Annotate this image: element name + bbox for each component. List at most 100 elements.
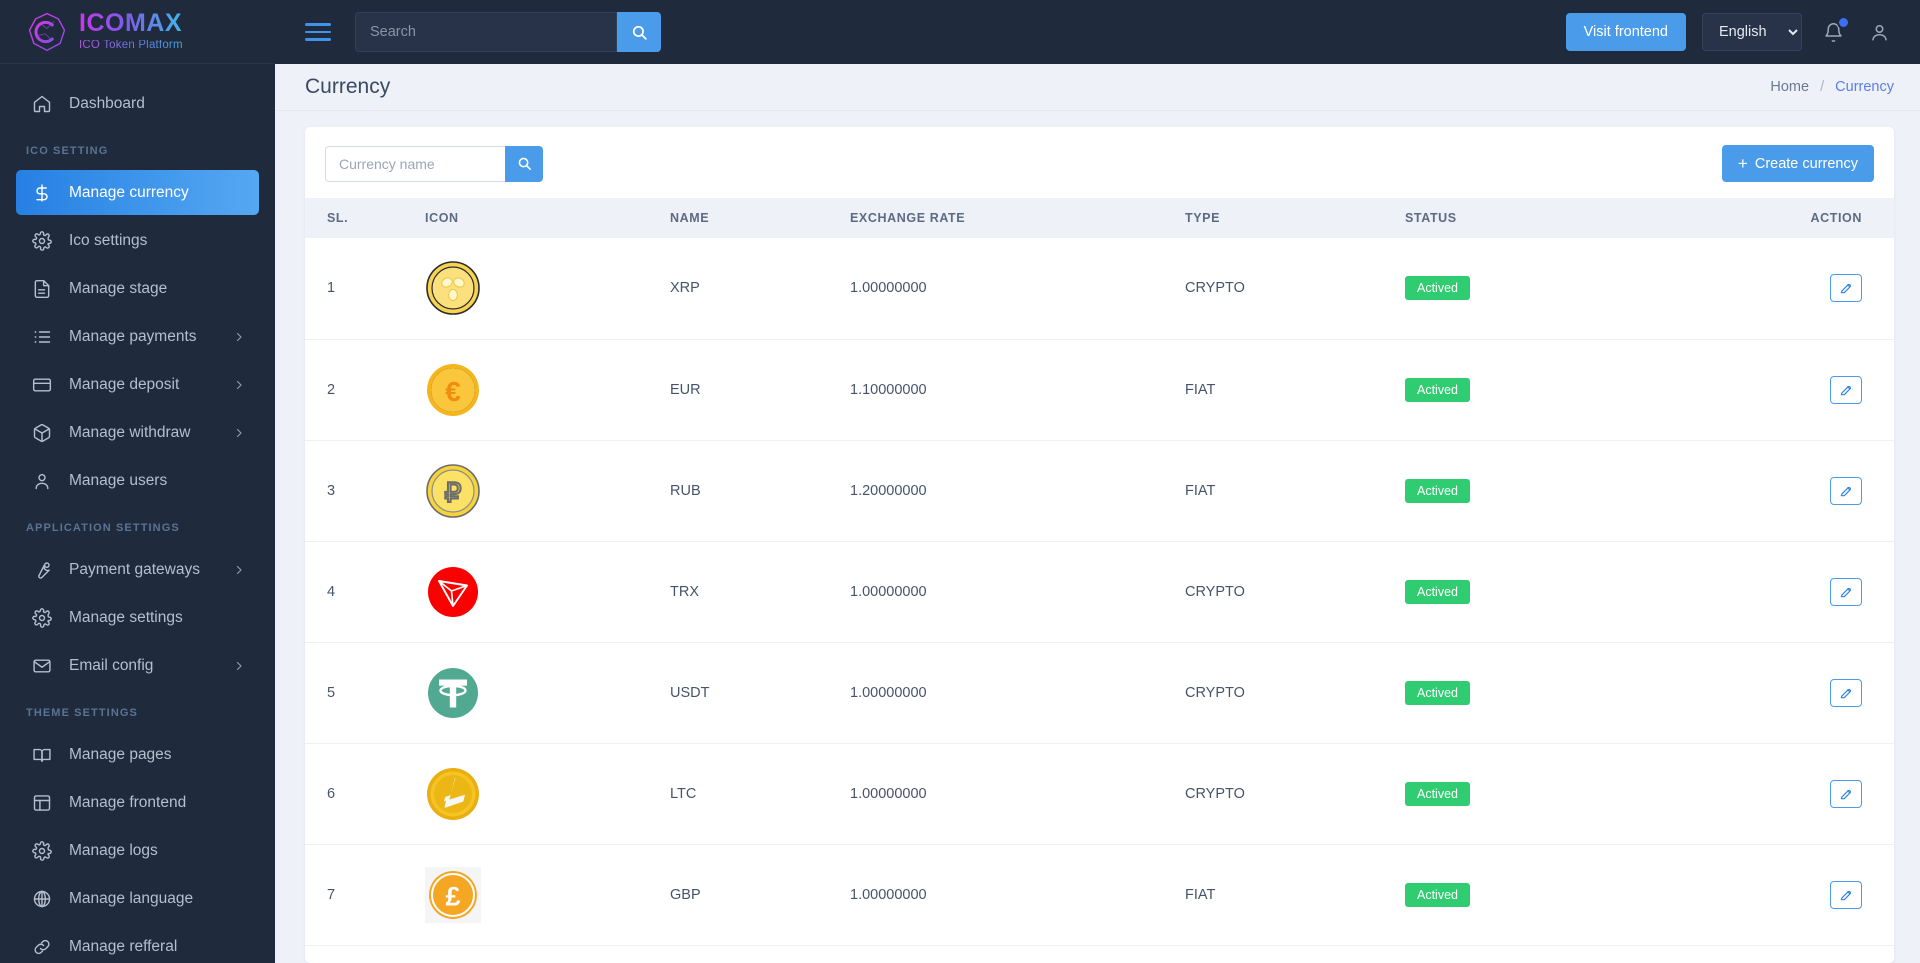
currency-search [325,145,543,182]
sidebar-item-label: Manage payments [69,327,197,345]
cell-exchange-rate: 1.00000000 [850,541,1185,643]
sidebar-section-theme-settings: THEME SETTINGS [26,707,138,719]
cell-sl: 5 [305,642,425,744]
sidebar-item-manage-pages[interactable]: Manage pages [16,732,259,777]
sidebar-item-label: Manage users [69,471,168,489]
link-icon [32,937,52,957]
dollar-icon [32,183,52,203]
topbar: Visit frontend English [275,0,1920,64]
sidebar-item-manage-users[interactable]: Manage users [16,458,259,503]
eur-coin-icon: € [425,362,481,418]
sidebar-item-label: Manage pages [69,745,172,763]
sidebar-item-manage-stage[interactable]: Manage stage [16,266,259,311]
edit-currency-button[interactable] [1830,678,1862,707]
svg-text:₽: ₽ [444,478,461,508]
breadcrumb-home[interactable]: Home [1770,79,1809,95]
sidebar-item-label: Ico settings [69,231,148,249]
sidebar-item-manage-deposit[interactable]: Manage deposit [16,362,259,407]
sidebar-item-manage-refferal[interactable]: Manage refferal [16,924,259,963]
gear-icon [32,230,52,251]
edit-currency-button[interactable] [1830,880,1862,909]
status-badge: Actived [1405,276,1470,301]
xrp-coin-icon [425,260,481,316]
table-row: 2 € EUR 1.10000000 FIAT Actived [305,339,1894,441]
brand-logo-area[interactable]: ICOMAX ICO Token Platform [0,0,275,64]
table-body: 1 XRP 1.00000000 CRYPTO Actived 2 € EUR 1.1000… [305,238,1894,946]
icomax-gem-logo-icon [28,12,66,51]
hamburger-icon[interactable] [305,23,331,41]
search-icon [632,25,647,40]
create-currency-label: Create currency [1754,155,1858,172]
cell-exchange-rate: 1.00000000 [850,642,1185,744]
cell-type: FIAT [1185,440,1405,542]
user-icon [1871,24,1887,40]
visit-frontend-button[interactable]: Visit frontend [1565,13,1686,51]
edit-currency-button[interactable] [1830,274,1862,303]
mail-icon [32,656,52,676]
brand-subtitle: ICO Token Platform [79,39,183,52]
sidebar-item-dashboard[interactable]: Dashboard [16,81,259,126]
edit-icon [1840,486,1851,496]
sidebar-item-manage-logs[interactable]: Manage logs [16,828,259,873]
sidebar-item-manage-settings[interactable]: Manage settings [16,595,259,640]
edit-icon [1840,688,1851,698]
header-name: NAME [670,198,850,238]
content-area: + Create currency SL. ICON NAME EXCHANGE… [275,111,1920,963]
table-row: 3 ₽ RUB 1.20000000 FIAT Actived [305,440,1894,542]
card-icon [32,375,52,395]
sidebar-item-label: Dashboard [69,94,145,112]
sidebar-item-ico-settings[interactable]: Ico settings [16,218,259,263]
sidebar-item-manage-currency[interactable]: Manage currency [16,170,259,215]
edit-currency-button[interactable] [1830,577,1862,606]
sidebar-item-label: Manage language [69,889,194,907]
search-input[interactable] [355,12,617,52]
sidebar-item-payment-gateways[interactable]: Payment gateways [16,547,259,592]
search-button[interactable] [617,12,661,52]
search-icon [518,157,531,170]
status-badge: Actived [1405,478,1470,503]
header-icon: ICON [425,198,670,238]
edit-icon [1840,789,1851,799]
sidebar-item-label: Manage logs [69,841,158,859]
gear-icon [32,607,52,628]
edit-currency-button[interactable] [1830,476,1862,505]
wrench-icon [32,560,52,580]
table-header-row: SL. ICON NAME EXCHANGE RATE TYPE STATUS … [305,198,1894,238]
sidebar-item-manage-withdraw[interactable]: Manage withdraw [16,410,259,455]
card-toolbar: + Create currency [305,127,1894,198]
cell-sl: 7 [305,844,425,946]
notification-button[interactable] [1818,16,1850,47]
cell-type: CRYPTO [1185,743,1405,845]
sidebar-item-manage-frontend[interactable]: Manage frontend [16,780,259,825]
user-icon [32,471,52,491]
header-action: ACTION [1655,198,1894,238]
language-select[interactable]: English [1702,13,1802,51]
edit-currency-button[interactable] [1830,779,1862,808]
sidebar-item-email-config[interactable]: Email config [16,643,259,688]
rub-coin-icon: ₽ [425,463,481,519]
edit-currency-button[interactable] [1830,375,1862,404]
sidebar-item-manage-payments[interactable]: Manage payments [16,314,259,359]
cell-exchange-rate: 1.10000000 [850,339,1185,441]
sidebar-item-manage-language[interactable]: Manage language [16,876,259,921]
sidebar-nav: Dashboard ICO SETTING Manage currency Ico s… [0,64,275,963]
cell-name: USDT [670,642,850,744]
currency-search-input[interactable] [325,145,505,182]
topbar-right: Visit frontend English [1565,13,1894,51]
page-header: Currency Home / Currency [275,64,1920,111]
cell-sl: 1 [305,238,425,340]
sidebar: ICOMAX ICO Token Platform Dashboard ICO S… [0,0,275,963]
profile-button[interactable] [1864,17,1894,47]
table-row: 4 TRX 1.00000000 CRYPTO Actived [305,541,1894,643]
sidebar-item-label: Manage refferal [69,937,178,955]
sidebar-section-ico-setting: ICO SETTING [26,145,109,157]
status-badge: Actived [1405,882,1470,907]
cell-exchange-rate: 1.00000000 [850,844,1185,946]
table-row: 7 £ GBP 1.00000000 FIAT Actived [305,844,1894,946]
list-icon [32,327,52,347]
status-badge: Actived [1405,377,1470,402]
status-badge: Actived [1405,680,1470,705]
table-head: SL. ICON NAME EXCHANGE RATE TYPE STATUS … [305,198,1894,238]
create-currency-button[interactable]: + Create currency [1721,145,1874,182]
currency-search-button[interactable] [505,145,543,182]
